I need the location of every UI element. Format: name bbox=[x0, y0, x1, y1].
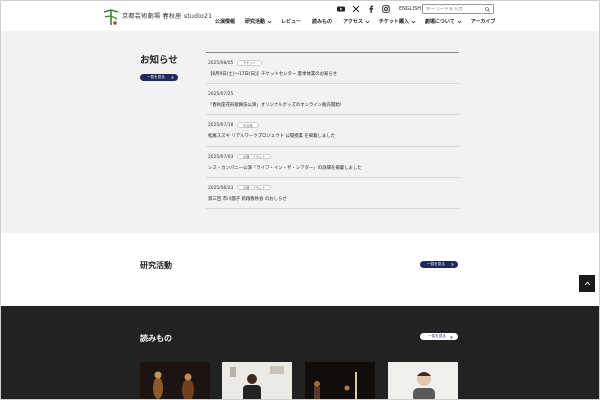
reading-thumbnail[interactable] bbox=[140, 362, 210, 400]
nav-item-access[interactable]: アクセス bbox=[343, 18, 370, 25]
instagram-icon[interactable] bbox=[382, 5, 390, 13]
news-list: 2025/08/05 チケット 【8月9日(土)〜17日(日)】チケットセンター… bbox=[206, 52, 459, 209]
news-text[interactable]: 「春秋座花形歌舞伎公演」オリジナルグッズのオンライン販売開始! bbox=[208, 102, 341, 108]
site-header: 京都芸術劇場 春秋座 studio21 ENGLISH 公演情報 研究活動 レビ… bbox=[1, 1, 599, 31]
nav-item-research[interactable]: 研究活動 bbox=[245, 18, 272, 25]
news-item[interactable]: 2025/06/23 公演・イベント 第三回 市川團子 新翔春秋会 のおしらせ bbox=[206, 178, 459, 209]
news-text[interactable]: シス・カンパニー公演「ライフ・イン・ザ・シアター」の詳細を掲載しました bbox=[208, 165, 362, 171]
news-item[interactable]: 2025/07/18 その他 松尾スズキ リアルワークプロジェクト 公開授業 を… bbox=[206, 115, 459, 147]
chevron-down-icon bbox=[267, 20, 272, 23]
chevron-down-icon bbox=[411, 20, 416, 23]
news-category-badge: 公演・イベント bbox=[237, 153, 272, 160]
news-date: 2025/06/23 bbox=[208, 185, 234, 191]
reading-thumbnail[interactable] bbox=[305, 362, 375, 400]
reading-view-all-button[interactable]: 一覧を見る bbox=[420, 333, 458, 340]
nav-item-tickets[interactable]: チケット購入 bbox=[379, 18, 416, 25]
social-links: ENGLISH bbox=[337, 5, 421, 13]
news-date: 2025/08/05 bbox=[208, 61, 234, 66]
news-text[interactable]: 【8月9日(土)〜17日(日)】チケットセンター 夏季休業のお知らせ bbox=[208, 71, 337, 77]
chevron-down-icon bbox=[457, 20, 462, 23]
news-date: 2025/07/03 bbox=[208, 154, 234, 160]
chevron-down-icon bbox=[365, 20, 370, 23]
nav-item-about[interactable]: 劇場について bbox=[425, 18, 462, 25]
research-view-all-button[interactable]: 一覧を見る bbox=[420, 261, 458, 268]
arrow-right-icon bbox=[450, 336, 453, 339]
search-icon[interactable] bbox=[485, 7, 490, 12]
search-input[interactable] bbox=[423, 6, 483, 12]
youtube-icon[interactable] bbox=[337, 5, 345, 13]
nav-item-reading[interactable]: 読みもの bbox=[312, 18, 332, 25]
arrow-right-icon bbox=[171, 76, 174, 79]
x-icon[interactable] bbox=[352, 5, 360, 13]
news-heading: お知らせ bbox=[140, 55, 178, 66]
global-nav: 公演情報 研究活動 レビュー 読みもの アクセス チケット購入 劇場について ア… bbox=[215, 18, 495, 25]
news-date: 2025/07/25 bbox=[208, 92, 234, 98]
news-text[interactable]: 松尾スズキ リアルワークプロジェクト 公開授業 を掲載しました bbox=[208, 133, 335, 139]
nav-item-archive[interactable]: アーカイブ bbox=[471, 18, 496, 25]
search-box[interactable] bbox=[422, 4, 494, 14]
reading-thumbnail[interactable] bbox=[388, 362, 458, 400]
news-view-all-button[interactable]: 一覧を見る bbox=[140, 74, 178, 81]
reading-heading: 読みもの bbox=[140, 334, 172, 343]
theater-logo-icon[interactable] bbox=[102, 7, 120, 27]
page-frame: 京都芸術劇場 春秋座 studio21 ENGLISH 公演情報 研究活動 レビ… bbox=[0, 0, 600, 400]
research-section bbox=[1, 233, 599, 306]
language-switch[interactable]: ENGLISH bbox=[399, 6, 421, 12]
chevron-up-icon bbox=[584, 281, 590, 286]
news-text[interactable]: 第三回 市川團子 新翔春秋会 のおしらせ bbox=[208, 196, 287, 202]
reading-thumbnail[interactable] bbox=[222, 362, 292, 400]
reading-section bbox=[1, 306, 599, 399]
news-category-badge: チケット bbox=[237, 60, 262, 66]
arrow-right-icon bbox=[451, 263, 454, 266]
research-heading: 研究活動 bbox=[140, 261, 172, 270]
news-date: 2025/07/18 bbox=[208, 123, 234, 129]
nav-item-review[interactable]: レビュー bbox=[281, 18, 301, 25]
facebook-icon[interactable] bbox=[367, 5, 375, 13]
news-category-badge: その他 bbox=[237, 122, 259, 128]
site-name[interactable]: 京都芸術劇場 春秋座 studio21 bbox=[122, 11, 212, 20]
news-item[interactable]: 2025/08/05 チケット 【8月9日(土)〜17日(日)】チケットセンター… bbox=[206, 53, 459, 85]
news-category-badge: 公演・イベント bbox=[237, 184, 272, 191]
news-item[interactable]: 2025/07/25 「春秋座花形歌舞伎公演」オリジナルグッズのオンライン販売開… bbox=[206, 84, 459, 116]
news-item[interactable]: 2025/07/03 公演・イベント シス・カンパニー公演「ライフ・イン・ザ・シ… bbox=[206, 147, 459, 178]
nav-item-performances[interactable]: 公演情報 bbox=[215, 18, 235, 25]
back-to-top-button[interactable] bbox=[579, 275, 595, 292]
